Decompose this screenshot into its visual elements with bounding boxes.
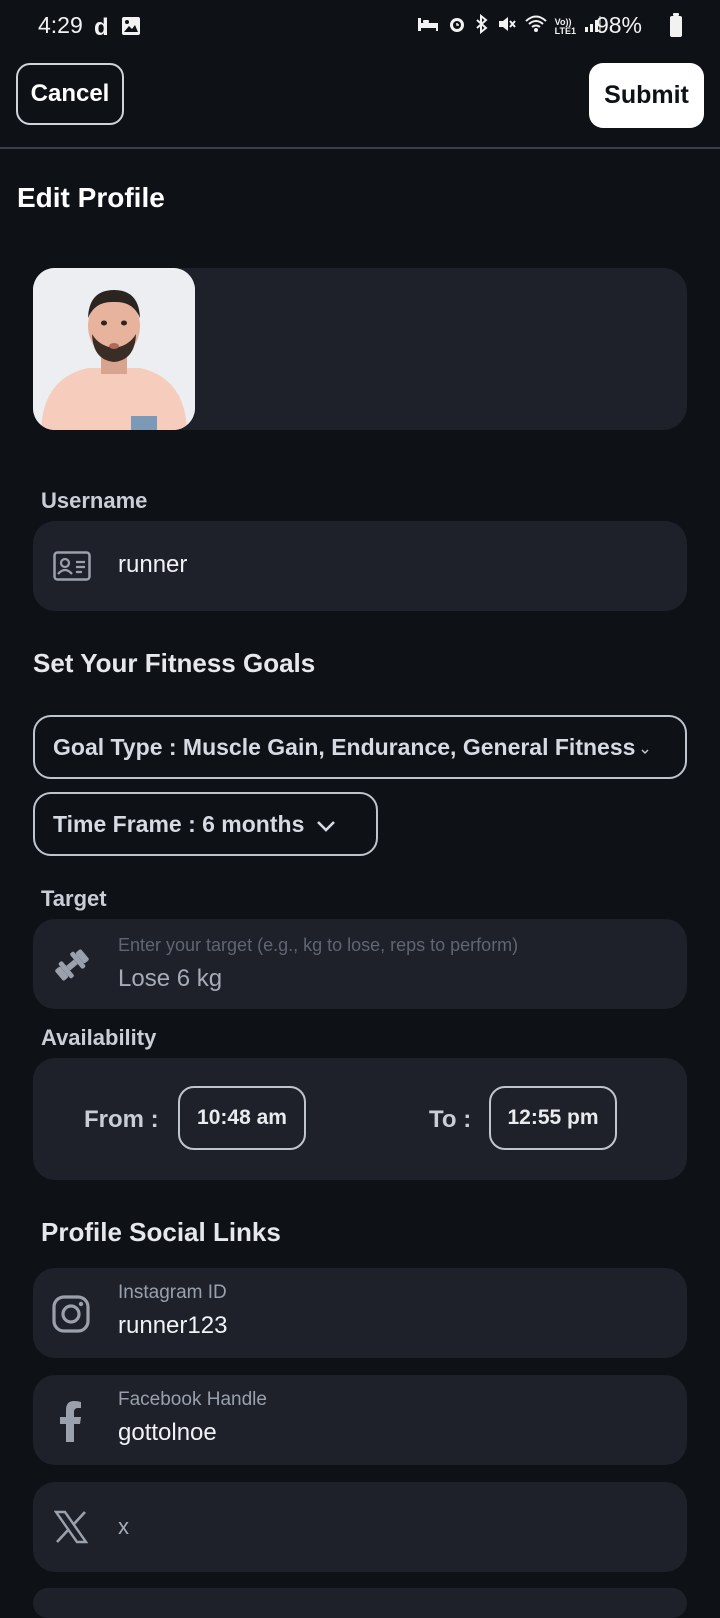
submit-button[interactable]: Submit bbox=[589, 63, 704, 128]
chevron-down-icon bbox=[641, 734, 649, 761]
time-frame-value: Time Frame : 6 months bbox=[53, 810, 305, 837]
username-label: Username bbox=[41, 488, 148, 513]
availability-label: Availability bbox=[41, 1025, 157, 1050]
page-title: Edit Profile bbox=[17, 182, 165, 213]
goal-type-value: Goal Type : Muscle Gain, Endurance, Gene… bbox=[53, 733, 636, 760]
instagram-icon bbox=[51, 1294, 91, 1339]
from-label: From : bbox=[84, 1106, 159, 1133]
wifi-icon bbox=[524, 15, 547, 38]
to-label: To : bbox=[429, 1106, 472, 1133]
status-right-icons: Vo)) LTE1 bbox=[417, 13, 602, 39]
to-time-button[interactable]: 12:55 pm bbox=[489, 1086, 617, 1150]
username-value: runner bbox=[118, 551, 188, 578]
target-field[interactable]: Enter your target (e.g., kg to lose, rep… bbox=[33, 919, 687, 1009]
instagram-value: runner123 bbox=[118, 1312, 228, 1339]
from-time-button[interactable]: 10:48 am bbox=[178, 1086, 306, 1150]
battery-percent: 98% bbox=[595, 12, 642, 38]
goal-type-dropdown[interactable]: Goal Type : Muscle Gain, Endurance, Gene… bbox=[33, 715, 687, 779]
volte-icon: Vo)) LTE1 bbox=[554, 16, 576, 36]
alarm-icon bbox=[447, 14, 467, 39]
facebook-icon bbox=[57, 1400, 83, 1447]
d-app-icon: d bbox=[94, 14, 109, 41]
instagram-field[interactable]: Instagram ID runner123 bbox=[33, 1268, 687, 1358]
chevron-down-icon bbox=[316, 811, 336, 838]
facebook-field[interactable]: Facebook Handle gottolnoe bbox=[33, 1375, 687, 1465]
x-field[interactable]: x bbox=[33, 1482, 687, 1572]
avatar[interactable] bbox=[33, 268, 195, 430]
status-bar: 4:29 d Vo)) LTE1 98% bbox=[0, 0, 720, 54]
social-links-title: Profile Social Links bbox=[41, 1217, 281, 1247]
battery-icon bbox=[670, 13, 682, 37]
dumbbell-icon bbox=[51, 944, 93, 991]
mute-icon bbox=[497, 14, 517, 39]
fitness-goals-title: Set Your Fitness Goals bbox=[33, 648, 316, 678]
id-card-icon bbox=[53, 551, 91, 586]
target-placeholder: Enter your target (e.g., kg to lose, rep… bbox=[118, 935, 519, 955]
status-left-icons: d bbox=[94, 14, 141, 42]
target-label: Target bbox=[41, 886, 107, 911]
time-frame-dropdown[interactable]: Time Frame : 6 months bbox=[33, 792, 378, 856]
header-divider bbox=[0, 147, 720, 149]
next-social-field[interactable] bbox=[33, 1588, 687, 1618]
facebook-label: Facebook Handle bbox=[118, 1389, 267, 1410]
bluetooth-icon bbox=[475, 13, 489, 39]
facebook-value: gottolnoe bbox=[118, 1419, 217, 1446]
instagram-label: Instagram ID bbox=[118, 1282, 227, 1303]
x-value: x bbox=[118, 1514, 129, 1539]
bed-icon bbox=[417, 15, 439, 38]
status-time: 4:29 bbox=[38, 12, 83, 38]
availability-card: From : 10:48 am To : 12:55 pm bbox=[33, 1058, 687, 1180]
username-field[interactable]: runner bbox=[33, 521, 687, 611]
target-value: Lose 6 kg bbox=[118, 965, 223, 992]
gallery-icon bbox=[121, 16, 141, 41]
x-logo-icon bbox=[53, 1510, 89, 1549]
cancel-button[interactable]: Cancel bbox=[16, 63, 124, 125]
